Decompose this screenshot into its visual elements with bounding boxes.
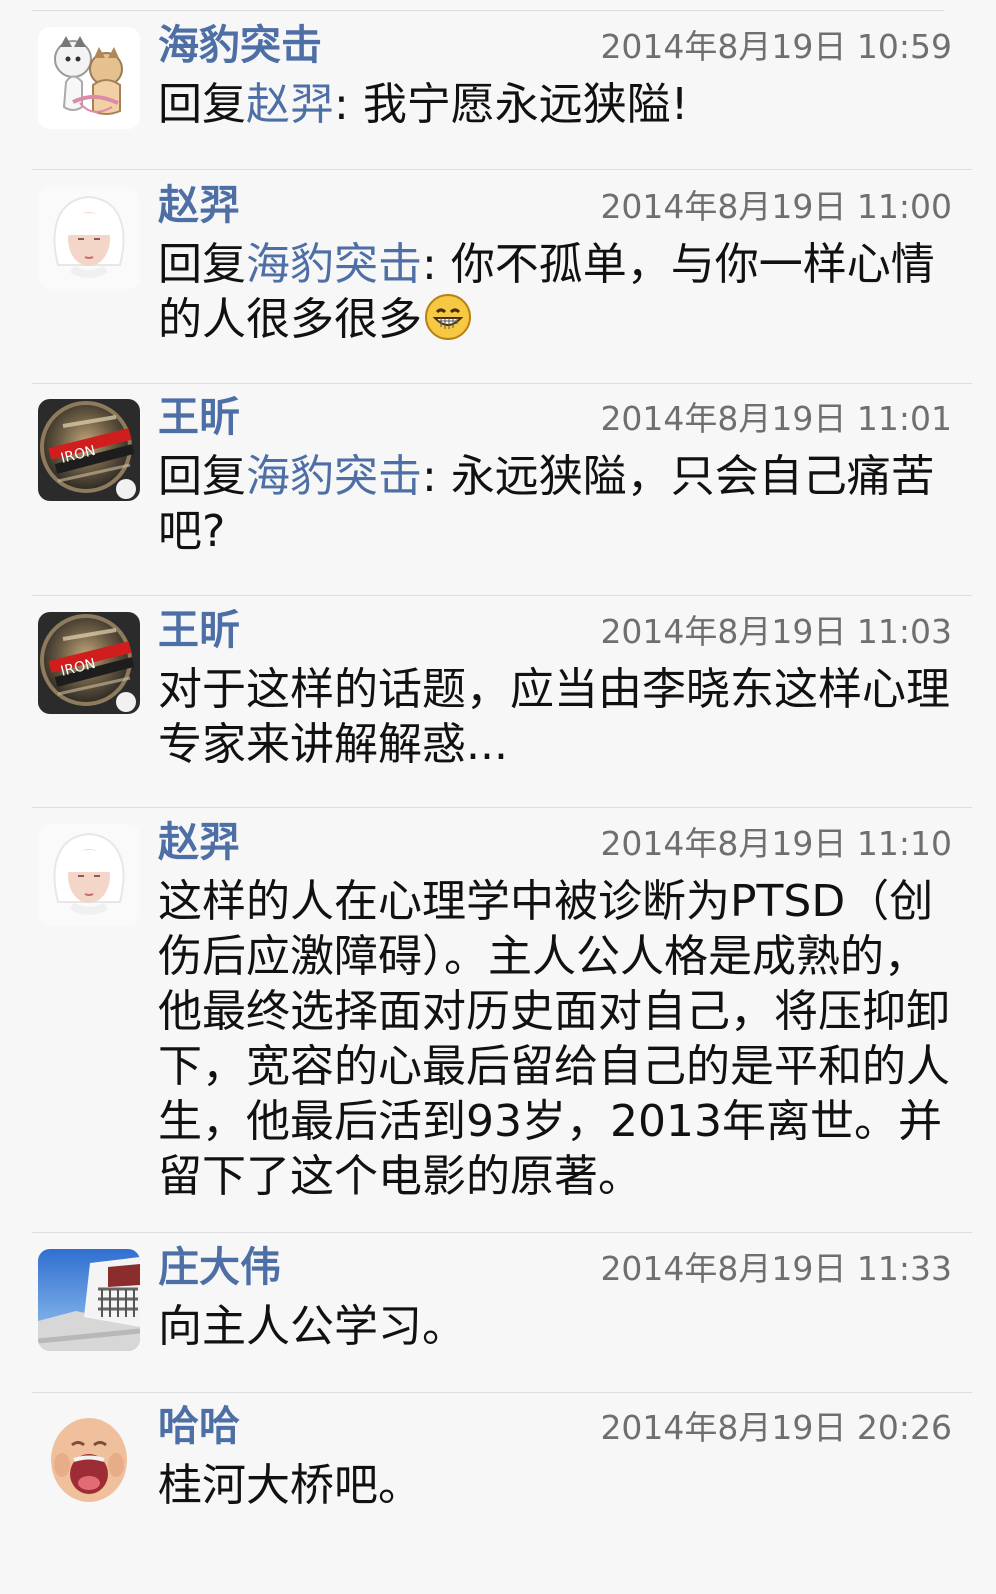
grinning-face-icon: [425, 294, 471, 340]
comment-timestamp: 2014年8月19日 20:26: [600, 1408, 952, 1447]
palace-photo-avatar-icon[interactable]: [38, 1249, 140, 1351]
comment-author[interactable]: 海豹突击: [158, 19, 322, 71]
cat-avatar-icon[interactable]: [38, 27, 140, 129]
comment-timestamp: 2014年8月19日 11:10: [600, 824, 952, 863]
laughing-baby-avatar-icon[interactable]: [38, 1408, 140, 1510]
grinning-face-emoji: [424, 293, 472, 341]
comment-item: 赵羿 2014年8月19日 11:10 这样的人在心理学中被诊断为PTSD（创伤…: [32, 818, 972, 1233]
comment-item: 哈哈 2014年8月19日 20:26 桂河大桥吧。: [32, 1402, 972, 1558]
comment-author[interactable]: 赵羿: [158, 179, 240, 231]
reply-colon: :: [422, 451, 451, 502]
comment-item: 庄大伟 2014年8月19日 11:33 向主人公学习。: [32, 1243, 972, 1393]
comment-timestamp: 2014年8月19日 11:01: [600, 399, 952, 438]
comment-text: 桂河大桥吧。: [158, 1460, 422, 1511]
comment-timestamp: 2014年8月19日 11:03: [600, 612, 952, 651]
reply-target-link[interactable]: 赵羿: [246, 79, 334, 130]
comment-item: 海豹突击 2014年8月19日 10:59 回复赵羿: 我宁愿永远狭隘!: [32, 21, 972, 170]
white-hair-woman-avatar-image: [38, 187, 140, 289]
comment-timestamp: 2014年8月19日 11:00: [600, 187, 952, 226]
cat-avatar-image: [38, 27, 140, 129]
comment-author[interactable]: 庄大伟: [158, 1241, 281, 1293]
reply-colon: :: [422, 239, 451, 290]
reply-body: 我宁愿永远狭隘!: [362, 79, 689, 130]
reply-target-link[interactable]: 海豹突击: [246, 239, 422, 290]
palace-photo-avatar-image: [38, 1249, 140, 1351]
reply-colon: :: [334, 79, 363, 130]
comment-text: 对于这样的话题，应当由李晓东这样心理专家来讲解解惑...: [158, 664, 950, 770]
white-hair-woman-avatar-icon[interactable]: [38, 187, 140, 289]
comment-text: 向主人公学习。: [158, 1301, 466, 1352]
comment-item: 赵羿 2014年8月19日 11:00 回复海豹突击: 你不孤单，与你一样心情的…: [32, 181, 972, 384]
comment-author[interactable]: 赵羿: [158, 816, 240, 868]
reply-prefix: 回复: [158, 79, 246, 130]
ironman-medal-avatar-image: IRON: [38, 612, 140, 714]
white-hair-woman-avatar-icon[interactable]: [38, 824, 140, 926]
white-hair-woman-avatar-image: [38, 824, 140, 926]
comment-item: IRON 王昕 2014年8月19日 11:01 回复海豹突击: 永远狭隘，只会…: [32, 393, 972, 596]
reply-prefix: 回复: [158, 239, 246, 290]
comment-timestamp: 2014年8月19日 10:59: [600, 27, 952, 66]
comment-author[interactable]: 王昕: [158, 604, 240, 656]
comment-author[interactable]: 哈哈: [158, 1400, 240, 1452]
comment-text: 这样的人在心理学中被诊断为PTSD（创伤后应激障碍）。主人公人格是成熟的，他最终…: [158, 876, 950, 1202]
reply-target-link[interactable]: 海豹突击: [246, 451, 422, 502]
ironman-medal-avatar-image: IRON: [38, 399, 140, 501]
top-divider: [32, 10, 944, 11]
comment-timestamp: 2014年8月19日 11:33: [600, 1249, 952, 1288]
ironman-medal-avatar-icon[interactable]: IRON: [38, 612, 140, 714]
comment-text: 回复海豹突击: 永远狭隘，只会自己痛苦吧?: [158, 449, 964, 559]
ironman-medal-avatar-icon[interactable]: IRON: [38, 399, 140, 501]
comment-item: IRON 王昕 2014年8月19日 11:03 对于这样的话题，应当由李晓东这…: [32, 606, 972, 808]
comment-text: 回复赵羿: 我宁愿永远狭隘!: [158, 77, 964, 132]
laughing-baby-avatar-image: [38, 1408, 140, 1510]
comment-text: 回复海豹突击: 你不孤单，与你一样心情的人很多很多: [158, 237, 964, 347]
comment-author[interactable]: 王昕: [158, 391, 240, 443]
reply-prefix: 回复: [158, 451, 246, 502]
